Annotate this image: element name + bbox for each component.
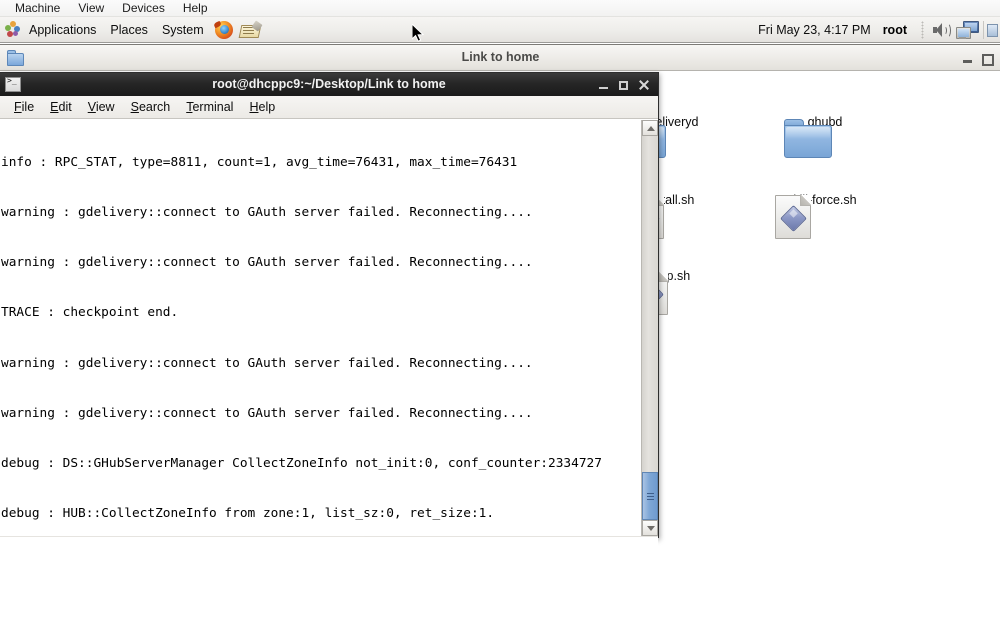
menu-search[interactable]: Search bbox=[123, 97, 179, 117]
terminal-window-buttons bbox=[594, 73, 654, 96]
terminal-line: TRACE : checkpoint end. bbox=[1, 305, 179, 321]
menu-help-label: elp bbox=[258, 100, 276, 114]
menu-terminal[interactable]: Terminal bbox=[178, 97, 241, 117]
terminal-titlebar[interactable]: root@dhcppc9:~/Desktop/Link to home bbox=[0, 73, 658, 96]
scroll-up-button[interactable] bbox=[642, 120, 658, 136]
terminal-line: info : RPC_STAT, type=8811, count=1, avg… bbox=[1, 154, 518, 170]
file-item-kill-force-sh[interactable]: kill-force.sh bbox=[775, 193, 871, 239]
panel-clock[interactable]: Fri May 23, 4:17 PM bbox=[750, 23, 879, 37]
panel-separator bbox=[921, 20, 924, 39]
panel-right-group: Fri May 23, 4:17 PM root bbox=[750, 20, 1000, 39]
menu-terminal-label: erminal bbox=[192, 100, 234, 114]
vbox-menu-view[interactable]: View bbox=[69, 0, 113, 16]
panel-menu-system[interactable]: System bbox=[155, 19, 211, 41]
terminal-line: warning : gdelivery::connect to GAuth se… bbox=[1, 204, 533, 220]
terminal-bottom-strip bbox=[0, 536, 658, 559]
firefox-icon[interactable] bbox=[212, 19, 236, 41]
terminal-output-text: info : RPC_STAT, type=8811, count=1, avg… bbox=[1, 120, 640, 536]
terminal-scrollbar[interactable] bbox=[641, 120, 658, 536]
network-monitor-icon[interactable] bbox=[956, 20, 979, 39]
vbox-menu-help[interactable]: Help bbox=[174, 0, 217, 16]
vbox-menu-devices[interactable]: Devices bbox=[113, 0, 174, 16]
menu-search-label: earch bbox=[138, 100, 171, 114]
terminal-line: warning : gdelivery::connect to GAuth se… bbox=[1, 405, 533, 421]
screen: Machine View Devices Help Applications P… bbox=[0, 0, 1000, 617]
panel-menu-places[interactable]: Places bbox=[103, 19, 155, 41]
file-manager-titlebar[interactable]: Link to home bbox=[0, 45, 1000, 71]
menu-view-label: iew bbox=[95, 100, 115, 114]
terminal-line: warning : gdelivery::connect to GAuth se… bbox=[1, 355, 533, 371]
terminal-window: root@dhcppc9:~/Desktop/Link to home File… bbox=[0, 72, 659, 559]
close-button[interactable] bbox=[634, 75, 654, 95]
menu-help[interactable]: Help bbox=[241, 97, 283, 117]
maximize-button[interactable] bbox=[977, 48, 995, 68]
menu-view[interactable]: View bbox=[80, 97, 123, 117]
mail-icon[interactable] bbox=[238, 19, 263, 41]
terminal-output-area[interactable]: info : RPC_STAT, type=8811, count=1, avg… bbox=[0, 119, 658, 536]
menu-file-label: ile bbox=[21, 100, 35, 114]
terminal-line: debug : HUB::CollectZoneInfo from zone:1… bbox=[1, 506, 495, 522]
terminal-title: root@dhcppc9:~/Desktop/Link to home bbox=[212, 77, 446, 91]
file-manager-window-buttons bbox=[959, 45, 995, 70]
terminal-line: warning : gdelivery::connect to GAuth se… bbox=[1, 255, 533, 270]
menu-file[interactable]: File bbox=[6, 97, 42, 117]
menu-edit-label: dit bbox=[58, 100, 72, 114]
scrollbar-thumb[interactable] bbox=[642, 472, 658, 520]
gnome-foot-icon bbox=[4, 21, 21, 38]
scroll-down-button[interactable] bbox=[642, 520, 658, 536]
volume-icon[interactable] bbox=[932, 22, 951, 38]
file-item-ghubd[interactable]: ghubd bbox=[779, 115, 871, 158]
mouse-cursor bbox=[412, 24, 426, 44]
terminal-menubar: File Edit View Search Terminal Help bbox=[0, 96, 658, 119]
terminal-line: debug : DS::GHubServerManager CollectZon… bbox=[1, 456, 602, 471]
minimize-button[interactable] bbox=[959, 48, 977, 68]
tray-edge-icon[interactable] bbox=[983, 20, 998, 39]
menu-edit[interactable]: Edit bbox=[42, 97, 80, 117]
gnome-top-panel: Applications Places System Fri May 23, 4… bbox=[0, 17, 1000, 43]
panel-left-group: Applications Places System bbox=[0, 19, 263, 41]
minimize-button[interactable] bbox=[594, 75, 614, 95]
panel-username[interactable]: root bbox=[879, 23, 917, 37]
vbox-menu-machine[interactable]: Machine bbox=[6, 0, 69, 16]
file-manager-title: Link to home bbox=[461, 50, 540, 64]
vbox-menubar: Machine View Devices Help bbox=[0, 0, 1000, 17]
panel-menu-applications[interactable]: Applications bbox=[22, 19, 103, 41]
maximize-button[interactable] bbox=[614, 75, 634, 95]
